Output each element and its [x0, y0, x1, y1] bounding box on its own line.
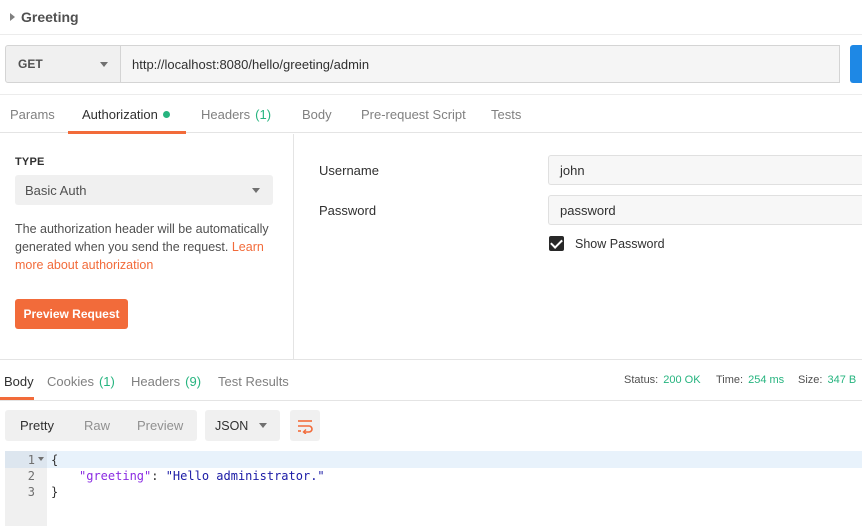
tab-label: Headers [201, 106, 251, 122]
format-value: JSON [215, 418, 249, 433]
tab-headers[interactable]: Headers (1) [201, 95, 271, 133]
auth-type-panel: TYPE Basic Auth The authorization header… [0, 134, 294, 359]
auth-description-text: The authorization header will be automat… [15, 222, 269, 254]
chevron-down-icon [259, 423, 267, 428]
line-number: 1 [27, 453, 35, 467]
json-key: "greeting" [79, 469, 152, 483]
request-name[interactable]: Greeting [21, 9, 79, 25]
tab-params[interactable]: Params [10, 95, 55, 133]
show-password-checkbox[interactable] [549, 236, 564, 251]
wrap-lines-icon [298, 419, 313, 434]
tab-count: (1) [255, 106, 272, 122]
time-value[interactable]: 254 ms [748, 374, 784, 386]
request-title-bar: Greeting [0, 0, 862, 34]
send-button[interactable] [850, 45, 862, 83]
active-response-tab-indicator [0, 397, 34, 400]
type-label: TYPE [15, 156, 45, 168]
username-label: Username [319, 163, 379, 178]
tab-label: Cookies [47, 373, 94, 389]
view-mode-raw[interactable]: Raw [84, 410, 110, 441]
tab-test-results[interactable]: Test Results [218, 360, 289, 402]
method-select[interactable]: GET [5, 45, 121, 83]
code-line-1: { [51, 453, 59, 467]
view-mode-pretty[interactable]: Pretty [20, 410, 54, 441]
chevron-down-icon [252, 188, 260, 193]
collapse-caret-icon[interactable] [10, 13, 15, 21]
tab-label: Headers [131, 373, 181, 389]
url-input[interactable]: http://localhost:8080/hello/greeting/adm… [121, 45, 840, 83]
tab-label: Body [4, 373, 34, 389]
response-toolbar: Pretty Raw Preview JSON [0, 401, 862, 451]
auth-type-select[interactable]: Basic Auth [15, 175, 273, 205]
active-dot-icon [162, 110, 170, 118]
time-label: Time: [716, 374, 744, 386]
url-bar: GET http://localhost:8080/hello/greeting… [0, 34, 862, 95]
code-line-2: "greeting": "Hello administrator." [79, 468, 325, 484]
tab-pre-request-script[interactable]: Pre-request Script [361, 95, 466, 133]
show-password-label[interactable]: Show Password [575, 237, 665, 251]
tab-label: Authorization [82, 106, 158, 122]
json-colon: : [151, 469, 166, 483]
view-mode-preview[interactable]: Preview [137, 410, 183, 441]
wrap-lines-button[interactable] [290, 410, 320, 441]
tab-label: Tests [491, 106, 522, 122]
tab-body[interactable]: Body [302, 95, 332, 133]
view-mode-toggle: Pretty Raw Preview [5, 410, 197, 441]
line-number: 2 [27, 469, 35, 483]
response-tabs: Body Cookies (1) Headers (9) Test Result… [0, 359, 862, 401]
tab-count: (1) [98, 373, 115, 389]
tab-count: (9) [185, 373, 202, 389]
tab-response-headers[interactable]: Headers (9) [131, 360, 201, 402]
tab-label: Pre-request Script [361, 106, 466, 122]
tab-label: Params [10, 106, 55, 122]
password-field[interactable]: password [548, 195, 862, 225]
tab-response-body[interactable]: Body [4, 360, 34, 402]
preview-request-button[interactable]: Preview Request [15, 299, 128, 329]
method-value: GET [18, 57, 43, 71]
size-label: Size: [798, 374, 823, 386]
request-tabs: Params Authorization Headers (1) Body Pr… [0, 95, 862, 133]
status-label: Status: [624, 374, 659, 386]
time-stat: Time: 254 ms [716, 374, 784, 386]
status-value[interactable]: 200 OK [663, 374, 700, 386]
json-value: "Hello administrator." [165, 469, 325, 483]
password-label: Password [319, 203, 377, 218]
code-line-3: } [51, 485, 59, 499]
line-number: 3 [27, 485, 35, 499]
active-line-highlight [5, 451, 862, 468]
tab-label: Body [302, 106, 332, 122]
tab-label: Test Results [218, 373, 289, 389]
auth-type-value: Basic Auth [25, 182, 87, 198]
username-field[interactable]: john [548, 155, 862, 185]
size-stat: Size: 347 B [798, 374, 856, 386]
response-body-viewer[interactable]: 1 2 3 { "greeting": "Hello administrator… [0, 451, 862, 526]
auth-credentials-panel: Username john Password password Show Pas… [294, 134, 862, 359]
format-select[interactable]: JSON [205, 410, 280, 441]
fold-arrow-icon[interactable] [38, 457, 44, 461]
tab-cookies[interactable]: Cookies (1) [47, 360, 115, 402]
tab-tests[interactable]: Tests [491, 95, 521, 133]
status-stat: Status: 200 OK [624, 374, 701, 386]
auth-description: The authorization header will be automat… [15, 220, 277, 274]
size-value[interactable]: 347 B [827, 374, 856, 386]
tab-authorization[interactable]: Authorization [82, 95, 170, 133]
chevron-down-icon [100, 62, 108, 67]
